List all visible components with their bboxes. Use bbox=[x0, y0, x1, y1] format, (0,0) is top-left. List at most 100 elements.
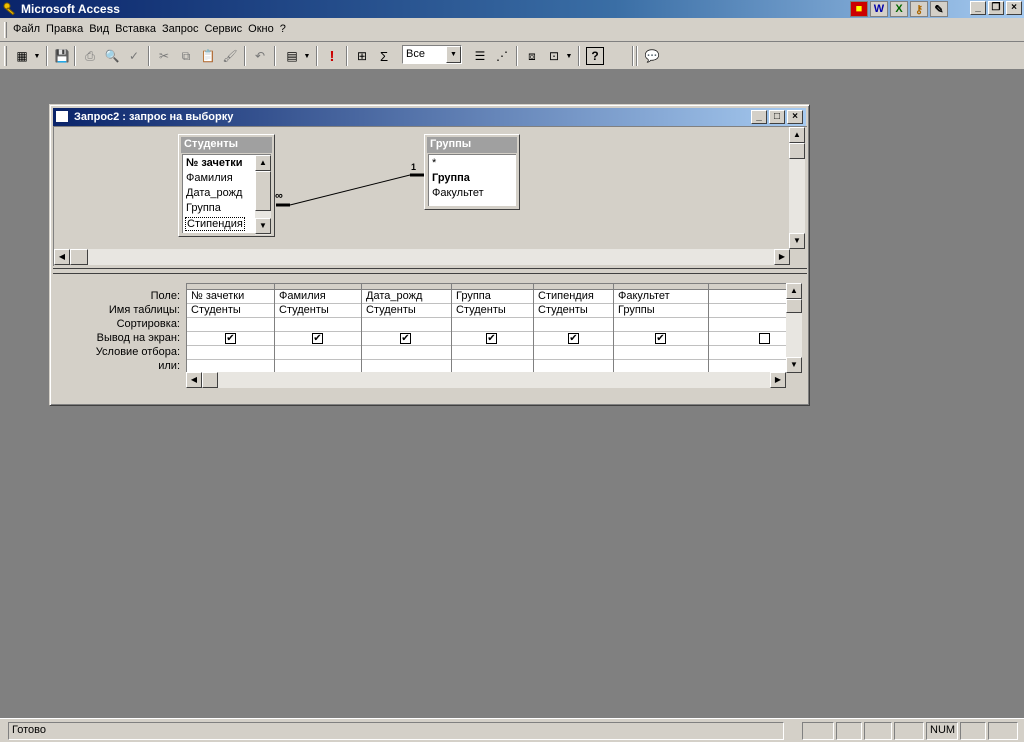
view-dropdown-icon[interactable]: ▼ bbox=[32, 46, 42, 66]
properties-icon[interactable]: ☰ bbox=[470, 46, 490, 66]
sort-cell[interactable] bbox=[362, 318, 451, 332]
scroll-thumb[interactable] bbox=[202, 372, 218, 388]
criteria-cell[interactable] bbox=[709, 346, 786, 360]
spelling-icon[interactable]: ✓ bbox=[124, 46, 144, 66]
criteria-cell[interactable] bbox=[614, 346, 708, 360]
diagram-vscroll[interactable]: ▲ ▼ bbox=[789, 127, 805, 249]
grid-vscroll[interactable]: ▲ ▼ bbox=[786, 283, 802, 373]
help-icon[interactable]: ? bbox=[586, 47, 604, 65]
show-checkbox[interactable]: ✔ bbox=[225, 333, 236, 344]
scroll-thumb[interactable] bbox=[70, 249, 88, 265]
criteria-cell[interactable] bbox=[534, 346, 613, 360]
menu-query[interactable]: Запрос bbox=[159, 23, 201, 35]
scroll-thumb[interactable] bbox=[786, 299, 802, 313]
field-item[interactable]: Фамилия bbox=[186, 172, 233, 184]
show-table-icon[interactable]: ⊞ bbox=[352, 46, 372, 66]
database-window-icon[interactable]: ⧈ bbox=[522, 46, 542, 66]
sort-cell[interactable] bbox=[452, 318, 533, 332]
field-item[interactable]: Дата_рожд bbox=[186, 187, 242, 199]
query-type-dropdown-icon[interactable]: ▼ bbox=[302, 46, 312, 66]
table-cell[interactable]: Группы bbox=[614, 304, 708, 318]
query-type-icon[interactable]: ▤ bbox=[282, 46, 302, 66]
criteria-cell[interactable] bbox=[452, 346, 533, 360]
access-icon[interactable]: ⚷ bbox=[910, 1, 928, 17]
menu-grip[interactable] bbox=[4, 22, 7, 38]
show-cell[interactable]: ✔ bbox=[452, 332, 533, 346]
query-close-button[interactable]: × bbox=[787, 110, 803, 124]
scroll-thumb[interactable] bbox=[789, 143, 805, 159]
scroll-down-icon[interactable]: ▼ bbox=[255, 218, 271, 234]
show-checkbox[interactable]: ✔ bbox=[655, 333, 666, 344]
field-cell[interactable]: Фамилия bbox=[275, 290, 361, 304]
field-cell[interactable]: Дата_рожд bbox=[362, 290, 451, 304]
close-button[interactable]: × bbox=[1006, 1, 1022, 15]
toolbar-grip[interactable] bbox=[4, 46, 7, 66]
show-cell[interactable] bbox=[709, 332, 786, 346]
scroll-up-icon[interactable]: ▲ bbox=[786, 283, 802, 299]
field-list-title[interactable]: Группы bbox=[427, 137, 517, 153]
criteria-cell[interactable] bbox=[187, 346, 274, 360]
show-checkbox[interactable] bbox=[759, 333, 770, 344]
scroll-up-icon[interactable]: ▲ bbox=[255, 155, 271, 171]
sort-cell[interactable] bbox=[187, 318, 274, 332]
restore-button[interactable]: ❐ bbox=[988, 1, 1004, 15]
new-object-icon[interactable]: ⊡ bbox=[544, 46, 564, 66]
design-grid[interactable]: № зачетки Студенты ✔ Фамилия Студенты ✔ … bbox=[186, 283, 786, 373]
scroll-thumb[interactable] bbox=[255, 171, 271, 211]
minimize-button[interactable]: _ bbox=[970, 1, 986, 15]
diagram-hscroll[interactable]: ◀ ▶ bbox=[54, 249, 790, 265]
office-assistant-icon[interactable]: 💬 bbox=[642, 46, 662, 66]
query-minimize-button[interactable]: _ bbox=[751, 110, 767, 124]
scroll-down-icon[interactable]: ▼ bbox=[789, 233, 805, 249]
combo-arrow-icon[interactable]: ▼ bbox=[446, 46, 461, 63]
excel-icon[interactable]: X bbox=[890, 1, 908, 17]
format-painter-icon[interactable]: 🖌 bbox=[220, 46, 240, 66]
menu-view[interactable]: Вид bbox=[86, 23, 112, 35]
sort-cell[interactable] bbox=[534, 318, 613, 332]
grid-column[interactable]: Стипендия Студенты ✔ bbox=[534, 284, 614, 373]
scroll-left-icon[interactable]: ◀ bbox=[186, 372, 202, 388]
grid-column[interactable] bbox=[709, 284, 786, 373]
field-cell[interactable]: Группа bbox=[452, 290, 533, 304]
show-checkbox[interactable]: ✔ bbox=[400, 333, 411, 344]
grid-hscroll[interactable]: ◀ ▶ bbox=[186, 372, 786, 388]
run-icon[interactable]: ! bbox=[322, 46, 342, 66]
show-cell[interactable]: ✔ bbox=[362, 332, 451, 346]
cut-icon[interactable]: ✂ bbox=[154, 46, 174, 66]
scroll-up-icon[interactable]: ▲ bbox=[789, 127, 805, 143]
scroll-right-icon[interactable]: ▶ bbox=[774, 249, 790, 265]
scroll-left-icon[interactable]: ◀ bbox=[54, 249, 70, 265]
show-checkbox[interactable]: ✔ bbox=[486, 333, 497, 344]
undo-icon[interactable]: ↶ bbox=[250, 46, 270, 66]
menu-help[interactable]: ? bbox=[277, 23, 289, 35]
join-line[interactable] bbox=[270, 160, 430, 210]
menu-tools[interactable]: Сервис bbox=[201, 23, 245, 35]
new-object-dropdown-icon[interactable]: ▼ bbox=[564, 46, 574, 66]
grid-column[interactable]: Группа Студенты ✔ bbox=[452, 284, 534, 373]
build-icon[interactable]: ⋰ bbox=[492, 46, 512, 66]
menu-edit[interactable]: Правка bbox=[43, 23, 86, 35]
menu-file[interactable]: Файл bbox=[10, 23, 43, 35]
show-checkbox[interactable]: ✔ bbox=[568, 333, 579, 344]
sort-cell[interactable] bbox=[614, 318, 708, 332]
field-item[interactable]: Группа bbox=[186, 202, 221, 214]
table-cell[interactable] bbox=[709, 304, 786, 318]
scroll-down-icon[interactable]: ▼ bbox=[786, 357, 802, 373]
note-icon[interactable]: ✎ bbox=[930, 1, 948, 17]
top-values-combo[interactable]: Все ▼ bbox=[402, 45, 462, 64]
field-cell[interactable]: Факультет bbox=[614, 290, 708, 304]
office-bar-icon[interactable]: ■ bbox=[850, 1, 868, 17]
sort-cell[interactable] bbox=[709, 318, 786, 332]
save-icon[interactable]: 💾 bbox=[52, 46, 72, 66]
show-checkbox[interactable]: ✔ bbox=[312, 333, 323, 344]
totals-icon[interactable]: Σ bbox=[374, 46, 394, 66]
table-cell[interactable]: Студенты bbox=[452, 304, 533, 318]
field-cell[interactable]: Стипендия bbox=[534, 290, 613, 304]
show-cell[interactable]: ✔ bbox=[187, 332, 274, 346]
field-item[interactable]: Факультет bbox=[432, 187, 484, 199]
table-cell[interactable]: Студенты bbox=[534, 304, 613, 318]
menu-insert[interactable]: Вставка bbox=[112, 23, 159, 35]
criteria-cell[interactable] bbox=[362, 346, 451, 360]
query-maximize-button[interactable]: □ bbox=[769, 110, 785, 124]
grid-column[interactable]: № зачетки Студенты ✔ bbox=[187, 284, 275, 373]
